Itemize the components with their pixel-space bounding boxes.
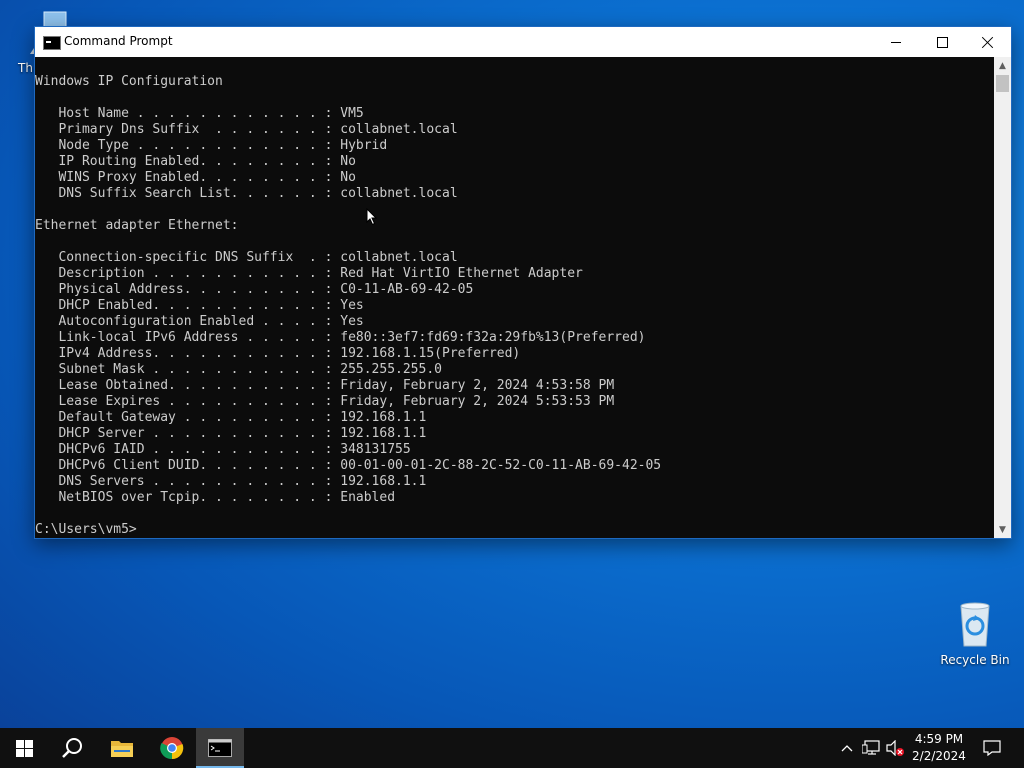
start-icon [15, 739, 33, 757]
console-line: DHCPv6 IAID . . . . . . . . . . . : 3481… [35, 442, 411, 457]
show-hidden-icons-button[interactable] [838, 728, 856, 768]
chevron-up-icon [841, 745, 853, 752]
console-line: DHCPv6 Client DUID. . . . . . . . : 00-0… [35, 458, 662, 473]
volume-muted-icon [886, 740, 904, 756]
scroll-up-icon[interactable]: ▲ [994, 57, 1011, 74]
console-line: Physical Address. . . . . . . . . : C0-1… [35, 282, 474, 297]
start-button[interactable] [0, 728, 48, 768]
window-title: Command Prompt [64, 34, 173, 48]
console-line: C:\Users\vm5> [35, 522, 137, 537]
command-prompt-icon [43, 36, 61, 50]
mouse-pointer-icon [366, 207, 378, 226]
console-line: Lease Obtained. . . . . . . . . . : Frid… [35, 378, 615, 393]
console-line: Lease Expires . . . . . . . . . . : Frid… [35, 394, 615, 409]
console-line: Host Name . . . . . . . . . . . . : VM5 [35, 106, 364, 121]
vertical-scrollbar[interactable]: ▲ ▼ [994, 57, 1011, 538]
chrome-button[interactable] [148, 728, 196, 768]
desktop-icon-label: Recycle Bin [940, 653, 1010, 667]
minimize-button[interactable] [873, 27, 919, 57]
console-line: IP Routing Enabled. . . . . . . . : No [35, 154, 356, 169]
file-explorer-button[interactable] [98, 728, 146, 768]
notification-icon [983, 740, 1001, 756]
file-explorer-icon [111, 741, 133, 757]
console-line: DNS Servers . . . . . . . . . . . : 192.… [35, 474, 427, 489]
console-line: Link-local IPv6 Address . . . . . : fe80… [35, 330, 646, 345]
close-button[interactable] [965, 27, 1011, 57]
console-line: Connection-specific DNS Suffix . : colla… [35, 250, 458, 265]
command-prompt-window[interactable]: Command Prompt Windows IP Configuration … [34, 26, 1012, 539]
search-button[interactable] [48, 728, 96, 768]
command-prompt-icon [208, 739, 232, 757]
console-line: Node Type . . . . . . . . . . . . : Hybr… [35, 138, 388, 153]
clock-time: 4:59 PM [914, 732, 964, 746]
recycle-bin-icon [951, 600, 999, 648]
console-line: DNS Suffix Search List. . . . . . : coll… [35, 186, 458, 201]
scrollbar-thumb[interactable] [996, 75, 1009, 92]
desktop-icon-recycle-bin[interactable]: Recycle Bin [935, 600, 1015, 668]
scroll-down-icon[interactable]: ▼ [994, 521, 1011, 538]
network-button[interactable] [860, 728, 882, 768]
chrome-icon [160, 737, 184, 760]
console-line: Autoconfiguration Enabled . . . . : Yes [35, 314, 364, 329]
maximize-button[interactable] [919, 27, 965, 57]
minimize-icon [891, 41, 901, 43]
taskbar: 4:59 PM 2/2/2024 [0, 728, 1024, 768]
volume-button[interactable] [884, 728, 906, 768]
console-line: Primary Dns Suffix . . . . . . . : colla… [35, 122, 458, 137]
title-bar[interactable]: Command Prompt [35, 27, 1011, 57]
taskbar-clock[interactable]: 4:59 PM 2/2/2024 [906, 731, 972, 765]
console-line: Subnet Mask . . . . . . . . . . . : 255.… [35, 362, 442, 377]
console-line: IPv4 Address. . . . . . . . . . . : 192.… [35, 346, 521, 361]
desktop: Th Recycle Bin Command Prompt Windows IP… [0, 0, 1024, 768]
network-icon [862, 740, 880, 755]
console-line: DHCP Enabled. . . . . . . . . . . : Yes [35, 298, 364, 313]
search-icon [62, 738, 82, 758]
console-output[interactable]: Windows IP Configuration Host Name . . .… [35, 57, 994, 538]
console-line: Default Gateway . . . . . . . . . : 192.… [35, 410, 427, 425]
clock-date: 2/2/2024 [912, 749, 966, 763]
console-line: Description . . . . . . . . . . . : Red … [35, 266, 583, 281]
console-line: Windows IP Configuration [35, 74, 223, 89]
console-line: WINS Proxy Enabled. . . . . . . . : No [35, 170, 356, 185]
notifications-button[interactable] [978, 728, 1006, 768]
close-icon [982, 36, 994, 48]
console-line: Ethernet adapter Ethernet: [35, 218, 239, 233]
console-line: DHCP Server . . . . . . . . . . . : 192.… [35, 426, 427, 441]
console-line: NetBIOS over Tcpip. . . . . . . . : Enab… [35, 490, 396, 505]
maximize-icon [936, 36, 948, 48]
command-prompt-taskbar-button[interactable] [196, 728, 244, 768]
